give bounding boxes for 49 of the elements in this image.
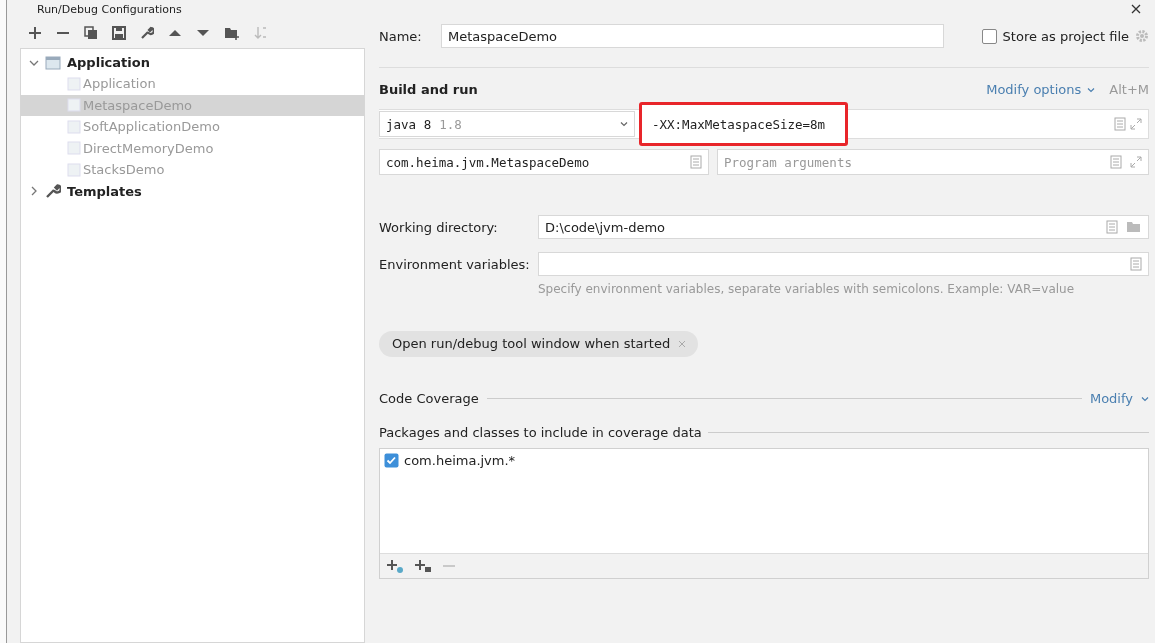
vm-options-field[interactable]: -XX:MaxMetaspaceSize=8m: [639, 102, 849, 146]
jre-dropdown[interactable]: java 8 1.8: [379, 111, 635, 137]
section-title: Code Coverage: [379, 391, 479, 406]
add-icon[interactable]: [28, 26, 42, 40]
window-title: Run/Debug Configurations: [37, 2, 183, 16]
wrench-icon[interactable]: [140, 26, 154, 40]
application-icon: [67, 75, 81, 92]
shortcut-label: Alt+M: [1109, 82, 1149, 97]
chevron-icon: [1087, 85, 1096, 94]
save-icon[interactable]: [112, 26, 126, 40]
chevron-icon[interactable]: [29, 186, 39, 196]
environment-variables-label: Environment variables:: [379, 256, 531, 272]
section-title: Build and run: [379, 82, 478, 97]
store-label: Store as project file: [1002, 28, 1129, 44]
close-icon[interactable]: [1131, 4, 1141, 14]
program-arguments-field[interactable]: Program arguments: [717, 149, 1149, 175]
application-icon: [67, 161, 81, 178]
name-field[interactable]: MetaspaceDemo: [441, 24, 944, 48]
package-label: com.heima.jvm.*: [404, 453, 516, 468]
tree-label: Templates: [67, 183, 142, 199]
wrench-icon: [45, 183, 61, 199]
folder-icon[interactable]: [1126, 221, 1142, 233]
program-arguments-input[interactable]: Program arguments: [724, 154, 1102, 170]
expand-icon[interactable]: [1130, 156, 1142, 168]
store-checkbox[interactable]: [981, 28, 997, 44]
packages-title: Packages and classes to include in coverage data: [379, 425, 702, 440]
expand-icon[interactable]: [1130, 118, 1142, 130]
modify-options-link[interactable]: Modify options: [986, 82, 1082, 97]
working-directory-field[interactable]: D:\code\jvm-demo: [538, 215, 1149, 239]
environment-variables-field[interactable]: [538, 252, 1149, 276]
application-icon: [67, 140, 81, 157]
add-package-icon[interactable]: [414, 559, 432, 573]
option-tag[interactable]: Open run/debug tool window when started: [379, 331, 699, 357]
working-directory-label: Working directory:: [379, 219, 499, 235]
add-class-icon[interactable]: [386, 559, 404, 573]
copy-icon[interactable]: [84, 26, 98, 40]
name-label: Name:: [379, 28, 423, 44]
main-class-field[interactable]: com.heima.jvm.MetaspaceDemo: [379, 149, 709, 175]
tree-node[interactable]: Application: [21, 52, 364, 73]
application-icon: [67, 118, 81, 135]
package-checkbox[interactable]: [384, 453, 399, 468]
application-icon: [67, 97, 81, 114]
application-icon: [45, 54, 61, 71]
hint-text: Specify environment variables, separate variables with semicolons. Example: VAR=value: [538, 282, 1076, 296]
modify-link[interactable]: Modify: [1089, 391, 1133, 406]
tree-label: Application: [67, 55, 150, 70]
chevron-icon: [1141, 394, 1149, 403]
new-folder-icon[interactable]: [224, 26, 240, 40]
tree-node[interactable]: Templates: [21, 180, 364, 202]
